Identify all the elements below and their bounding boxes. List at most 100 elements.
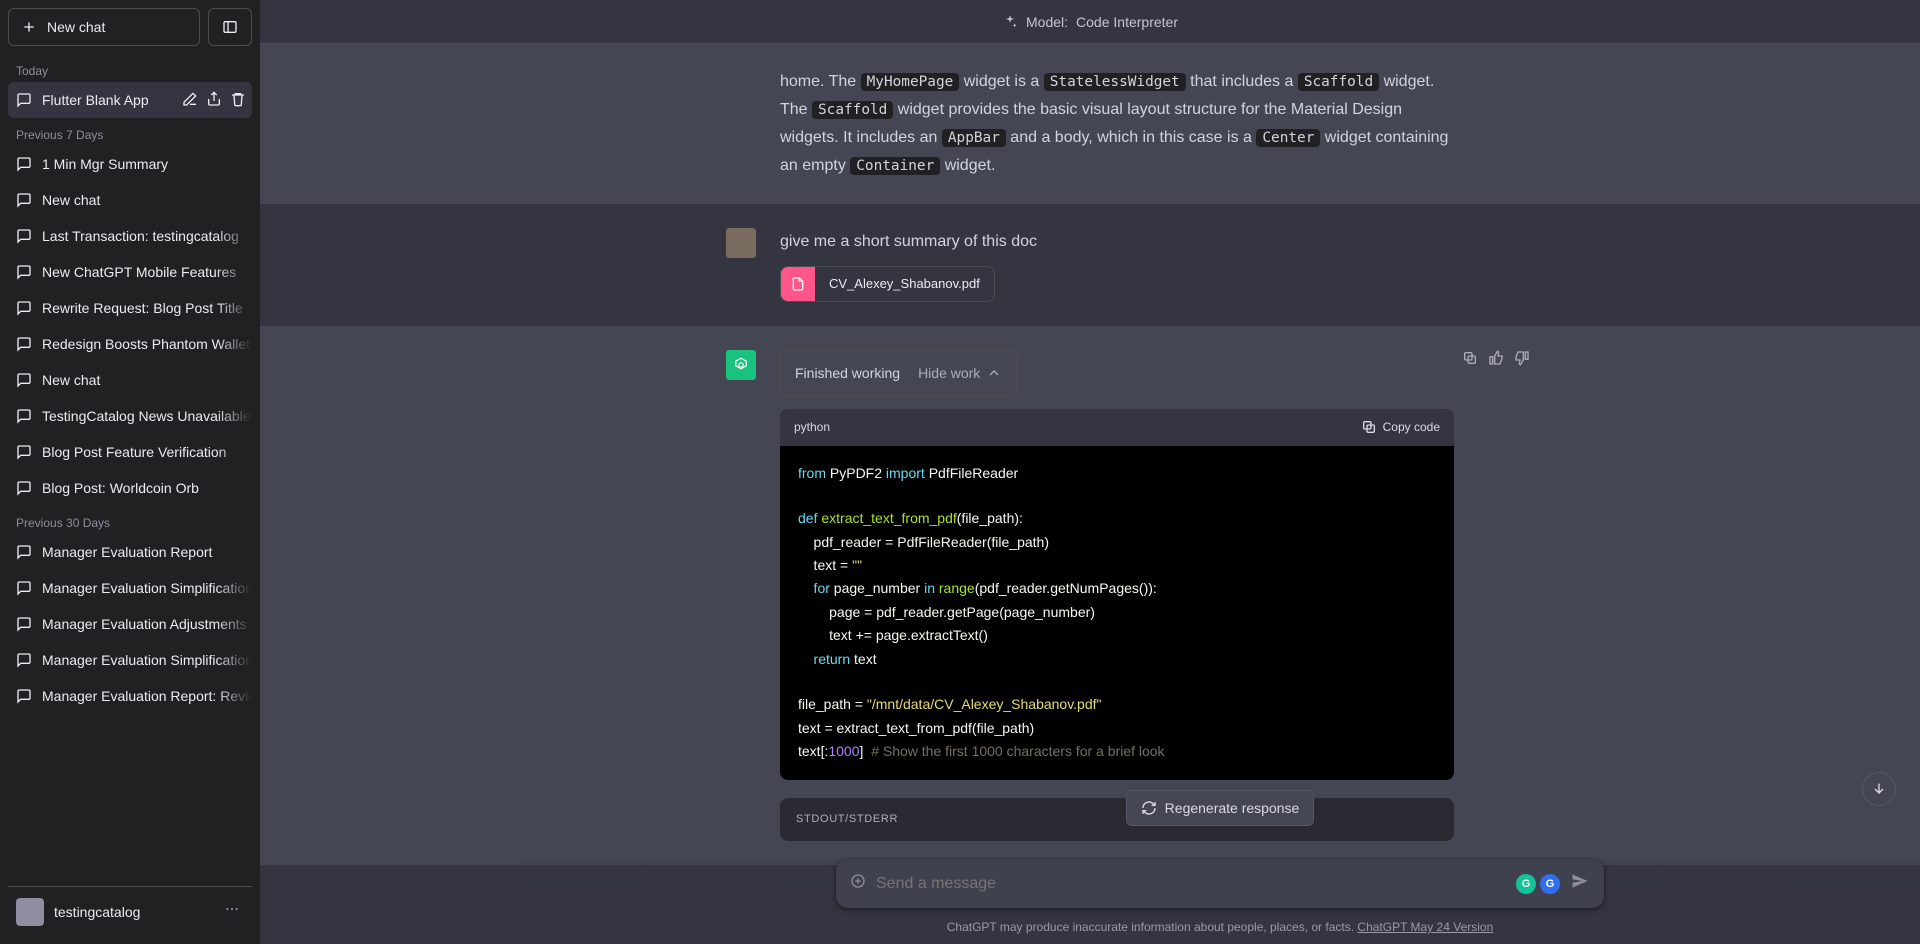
- copy-message-button[interactable]: [1462, 350, 1478, 371]
- sidebar-item[interactable]: TestingCatalog News Unavailable: [8, 398, 252, 434]
- thumbs-down-button[interactable]: [1514, 350, 1530, 371]
- rename-button[interactable]: [182, 91, 198, 110]
- sidebar-footer: testingcatalog: [8, 886, 252, 936]
- grammarly-icon[interactable]: G: [1516, 874, 1536, 894]
- sidebar-item[interactable]: Last Transaction: testingcatalog: [8, 218, 252, 254]
- share-button[interactable]: [206, 91, 222, 110]
- sidebar: New chat Today Flutter Blank App Previous …: [0, 0, 260, 944]
- inline-code: MyHomePage: [861, 73, 960, 91]
- chat-icon: [16, 228, 32, 244]
- thumbs-up-icon: [1488, 350, 1504, 366]
- main: Model: Code Interpreter home. The MyHome…: [260, 0, 1920, 944]
- new-chat-button[interactable]: New chat: [8, 8, 200, 46]
- hide-sidebar-button[interactable]: [208, 8, 252, 46]
- sidebar-heading: Previous 30 Days: [8, 506, 252, 534]
- user-menu-button[interactable]: [220, 897, 244, 926]
- model-name: Code Interpreter: [1076, 14, 1178, 30]
- chevron-up-icon: [986, 365, 1002, 381]
- new-chat-label: New chat: [47, 19, 105, 35]
- chat-icon: [16, 408, 32, 424]
- sidebar-item-label: Last Transaction: testingcatalog: [42, 228, 239, 244]
- code-content[interactable]: from PyPDF2 import PdfFileReader def ext…: [780, 446, 1454, 780]
- chat-icon: [16, 192, 32, 208]
- chat-icon: [16, 480, 32, 496]
- sidebar-item[interactable]: New chat: [8, 362, 252, 398]
- chat-icon: [16, 616, 32, 632]
- sidebar-item-label: Blog Post: Worldcoin Orb: [42, 480, 199, 496]
- inline-code: Center: [1256, 129, 1320, 147]
- sidebar-item[interactable]: New chat: [8, 182, 252, 218]
- plus-icon: [21, 19, 37, 35]
- sidebar-item[interactable]: Blog Post: Worldcoin Orb: [8, 470, 252, 506]
- send-button[interactable]: [1570, 871, 1590, 896]
- attach-button[interactable]: [850, 873, 866, 894]
- user-avatar: [726, 228, 756, 258]
- assistant-message: home. The MyHomePage widget is a Statele…: [260, 44, 1920, 204]
- chat-icon: [16, 300, 32, 316]
- attachment-chip[interactable]: CV_Alexey_Shabanov.pdf: [780, 266, 995, 302]
- trash-icon: [230, 91, 246, 107]
- sidebar-item-label: New ChatGPT Mobile Features: [42, 264, 236, 280]
- copy-code-button[interactable]: Copy code: [1361, 417, 1440, 438]
- composer: G G: [836, 859, 1604, 908]
- model-bar: Model: Code Interpreter: [260, 0, 1920, 44]
- chat-icon: [16, 336, 32, 352]
- hide-work-button[interactable]: Hide work: [918, 361, 1002, 386]
- avatar: [16, 898, 44, 926]
- message-tools: [1462, 350, 1530, 371]
- sidebar-item[interactable]: Manager Evaluation Simplification: [8, 570, 252, 606]
- plus-circle-icon: [850, 873, 866, 889]
- username: testingcatalog: [54, 904, 140, 920]
- sidebar-scroll[interactable]: Today Flutter Blank App Previous 7 Days 1 M…: [8, 54, 252, 886]
- assistant-avatar: [726, 350, 756, 380]
- sidebar-item[interactable]: Blog Post Feature Verification: [8, 434, 252, 470]
- chat-icon: [16, 652, 32, 668]
- sidebar-item-label: Flutter Blank App: [42, 92, 149, 108]
- sidebar-item-label: New chat: [42, 372, 100, 388]
- sidebar-item-label: Rewrite Request: Blog Post Title: [42, 300, 243, 316]
- sidebar-item[interactable]: Flutter Blank App: [8, 82, 252, 118]
- sidebar-item[interactable]: Manager Evaluation Adjustments: [8, 606, 252, 642]
- delete-button[interactable]: [230, 91, 246, 110]
- sidebar-item[interactable]: New ChatGPT Mobile Features: [8, 254, 252, 290]
- openai-icon: [732, 356, 750, 374]
- sidebar-item[interactable]: Manager Evaluation Report: [8, 534, 252, 570]
- inline-code: Scaffold: [1298, 73, 1379, 91]
- assistant-text: home. The MyHomePage widget is a Statele…: [780, 68, 1454, 180]
- chat-icon: [16, 444, 32, 460]
- message-input[interactable]: [876, 875, 1506, 893]
- chat-icon: [16, 156, 32, 172]
- stdout-label: STDOUT/STDERR: [796, 813, 898, 825]
- sidebar-item[interactable]: Rewrite Request: Blog Post Title: [8, 290, 252, 326]
- ellipsis-icon: [224, 901, 240, 917]
- composer-area: G G ChatGPT may produce inaccurate infor…: [520, 859, 1920, 944]
- sidebar-heading: Previous 7 Days: [8, 118, 252, 146]
- arrow-down-icon: [1871, 781, 1887, 797]
- sidebar-item[interactable]: 1 Min Mgr Summary: [8, 146, 252, 182]
- conversation[interactable]: home. The MyHomePage widget is a Statele…: [260, 44, 1920, 944]
- regenerate-button[interactable]: Regenerate response: [1126, 790, 1315, 826]
- inline-code: AppBar: [942, 129, 1006, 147]
- work-status: Finished working: [795, 361, 900, 386]
- version-link[interactable]: ChatGPT May 24 Version: [1357, 920, 1493, 934]
- sidebar-item[interactable]: Manager Evaluation Report: Review: [8, 678, 252, 714]
- inline-code: StatelessWidget: [1044, 73, 1186, 91]
- grammarly-icon[interactable]: G: [1540, 874, 1560, 894]
- thumbs-up-button[interactable]: [1488, 350, 1504, 371]
- sidebar-item-label: New chat: [42, 192, 100, 208]
- scroll-to-bottom-button[interactable]: [1862, 772, 1896, 806]
- sidebar-heading: Today: [8, 54, 252, 82]
- chat-icon: [16, 544, 32, 560]
- sidebar-item-label: 1 Min Mgr Summary: [42, 156, 168, 172]
- sparkle-icon: [1002, 14, 1018, 30]
- code-language: python: [794, 417, 830, 438]
- footer-note: ChatGPT may produce inaccurate informati…: [770, 920, 1670, 934]
- work-status-pill: Finished working Hide work: [780, 350, 1017, 397]
- refresh-icon: [1141, 800, 1157, 816]
- chat-icon: [16, 264, 32, 280]
- attachment-name: CV_Alexey_Shabanov.pdf: [815, 273, 994, 296]
- sidebar-item[interactable]: Redesign Boosts Phantom Wallet: [8, 326, 252, 362]
- model-prefix: Model:: [1026, 14, 1068, 30]
- sidebar-item[interactable]: Manager Evaluation Simplification: [8, 642, 252, 678]
- chat-icon: [16, 688, 32, 704]
